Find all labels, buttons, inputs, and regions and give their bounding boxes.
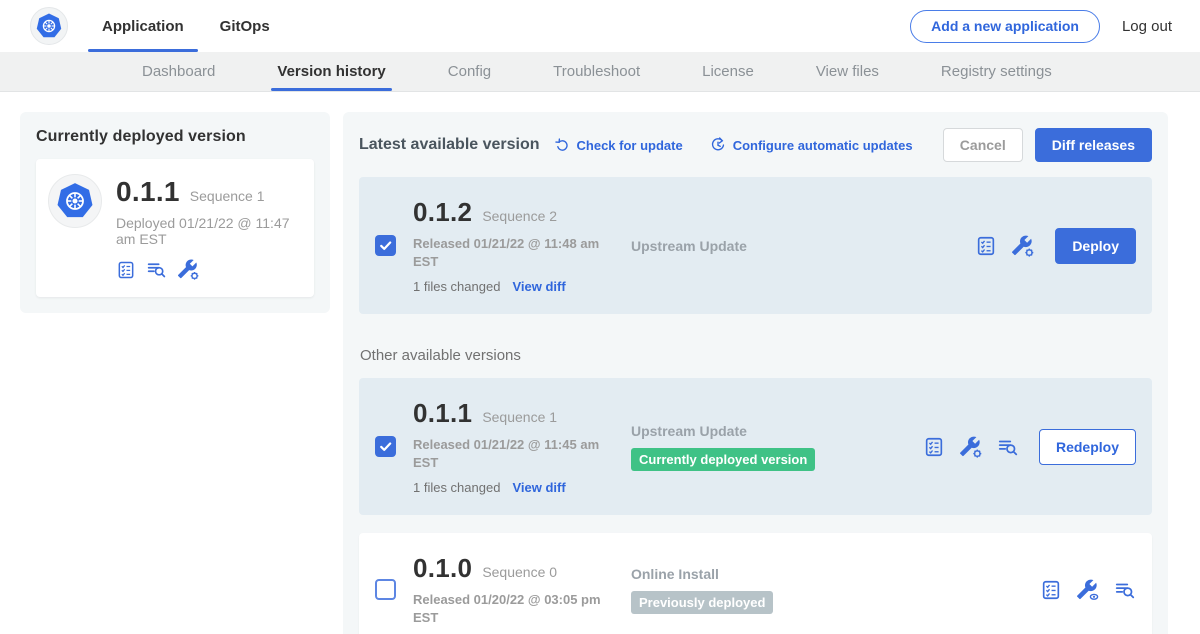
version-checkbox[interactable]	[375, 235, 396, 256]
version-source: Online Install	[631, 566, 923, 582]
tab-config[interactable]: Config	[446, 52, 493, 91]
tab-version-history[interactable]: Version history	[275, 52, 387, 91]
files-changed-label: 1 files changed	[413, 480, 500, 495]
deployed-sequence-label: Sequence 1	[190, 188, 265, 204]
released-timestamp: Released 01/21/22 @ 11:48 am EST	[413, 235, 618, 270]
tab-license[interactable]: License	[700, 52, 756, 91]
files-changed-label: 1 files changed	[413, 279, 500, 294]
released-timestamp: Released 01/20/22 @ 03:05 pm EST	[413, 591, 618, 626]
check-icon	[377, 438, 394, 455]
app-sub-nav: Dashboard Version history Config Trouble…	[0, 52, 1200, 92]
deployed-version-number: 0.1.1	[116, 176, 180, 208]
logs-search-icon[interactable]	[997, 436, 1019, 458]
available-versions-panel: Latest available version Check for updat…	[343, 112, 1168, 634]
tab-gitops-label: GitOps	[220, 18, 270, 35]
wrench-gear-icon[interactable]	[177, 258, 200, 281]
app-icon	[48, 174, 102, 228]
clock-refresh-icon	[709, 136, 727, 154]
refresh-icon	[554, 137, 571, 154]
sequence-label: Sequence 1	[482, 409, 557, 425]
wrench-eye-icon[interactable]	[1076, 578, 1100, 602]
version-source: Upstream Update	[631, 423, 923, 439]
checklist-icon[interactable]	[116, 260, 136, 280]
add-new-application-button[interactable]: Add a new application	[910, 10, 1100, 43]
version-checkbox[interactable]	[375, 579, 396, 600]
version-source: Upstream Update	[631, 238, 923, 254]
tab-dashboard[interactable]: Dashboard	[140, 52, 217, 91]
deployed-timestamp: Deployed 01/21/22 @ 11:47 am EST	[116, 215, 296, 247]
tab-registry-settings-label: Registry settings	[941, 63, 1052, 80]
configure-automatic-updates-link[interactable]: Configure automatic updates	[709, 136, 913, 154]
other-available-versions-label: Other available versions	[360, 347, 1152, 364]
cancel-button[interactable]: Cancel	[943, 128, 1023, 162]
top-nav: Application GitOps Add a new application…	[0, 0, 1200, 52]
version-row: 0.1.0 Sequence 0 Released 01/20/22 @ 03:…	[359, 533, 1152, 634]
tab-config-label: Config	[448, 63, 491, 80]
currently-deployed-title: Currently deployed version	[36, 128, 314, 146]
currently-deployed-badge: Currently deployed version	[631, 448, 815, 471]
wrench-gear-icon[interactable]	[959, 435, 983, 459]
tab-view-files-label: View files	[816, 63, 879, 80]
sequence-label: Sequence 2	[482, 208, 557, 224]
version-checkbox[interactable]	[375, 436, 396, 457]
tab-application[interactable]: Application	[88, 0, 198, 52]
checklist-icon[interactable]	[1040, 579, 1062, 601]
previously-deployed-badge: Previously deployed	[631, 591, 773, 614]
tab-version-history-label: Version history	[277, 63, 385, 80]
tab-gitops[interactable]: GitOps	[206, 0, 284, 52]
sequence-label: Sequence 0	[482, 564, 557, 580]
tab-troubleshoot[interactable]: Troubleshoot	[551, 52, 642, 91]
kubernetes-logo	[30, 7, 68, 45]
check-for-update-link[interactable]: Check for update	[554, 137, 683, 154]
logout-link[interactable]: Log out	[1122, 18, 1172, 35]
tab-application-label: Application	[102, 18, 184, 35]
currently-deployed-panel: Currently deployed version 0.1.1 Sequenc…	[20, 112, 330, 313]
tab-view-files[interactable]: View files	[814, 52, 881, 91]
version-number: 0.1.0	[413, 553, 472, 584]
tab-registry-settings[interactable]: Registry settings	[939, 52, 1054, 91]
redeploy-button[interactable]: Redeploy	[1039, 429, 1136, 465]
tab-dashboard-label: Dashboard	[142, 63, 215, 80]
check-for-update-label: Check for update	[577, 138, 683, 153]
version-number: 0.1.1	[413, 398, 472, 429]
version-row: 0.1.1 Sequence 1 Released 01/21/22 @ 11:…	[359, 378, 1152, 515]
latest-available-title: Latest available version	[359, 136, 540, 154]
deployed-version-card: 0.1.1 Sequence 1 Deployed 01/21/22 @ 11:…	[36, 159, 314, 297]
view-diff-link[interactable]: View diff	[512, 279, 565, 294]
check-icon	[377, 237, 394, 254]
configure-automatic-updates-label: Configure automatic updates	[733, 138, 913, 153]
wrench-gear-icon[interactable]	[1011, 234, 1035, 258]
logs-search-icon[interactable]	[1114, 579, 1136, 601]
checklist-icon[interactable]	[975, 235, 997, 257]
deploy-button[interactable]: Deploy	[1055, 228, 1136, 264]
checklist-icon[interactable]	[923, 436, 945, 458]
tab-troubleshoot-label: Troubleshoot	[553, 63, 640, 80]
view-diff-link[interactable]: View diff	[512, 480, 565, 495]
logs-search-icon[interactable]	[146, 259, 167, 280]
version-number: 0.1.2	[413, 197, 472, 228]
tab-license-label: License	[702, 63, 754, 80]
diff-releases-button[interactable]: Diff releases	[1035, 128, 1152, 162]
version-row: 0.1.2 Sequence 2 Released 01/21/22 @ 11:…	[359, 177, 1152, 314]
released-timestamp: Released 01/21/22 @ 11:45 am EST	[413, 436, 618, 471]
